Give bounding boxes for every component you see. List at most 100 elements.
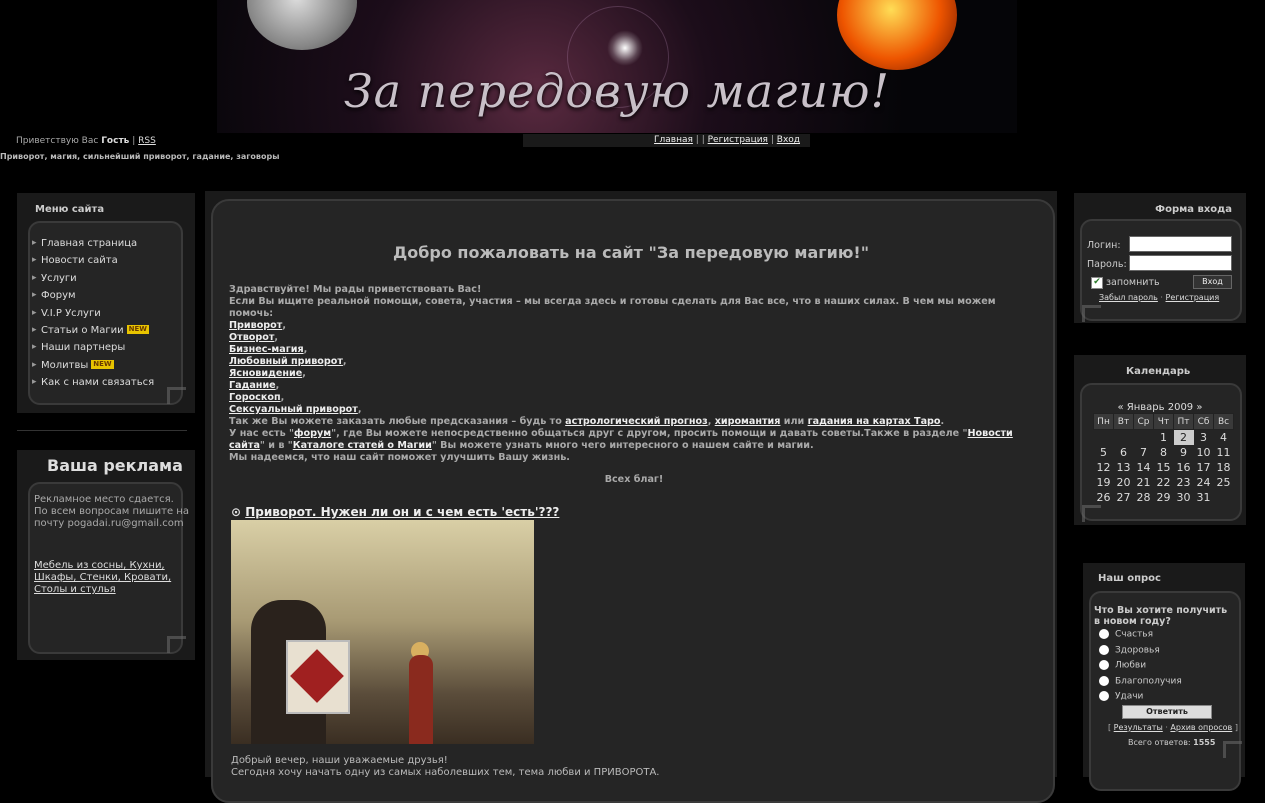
poll-option[interactable]: Счастья: [1099, 629, 1153, 640]
menu-item-label[interactable]: Статьи о Магии: [41, 325, 124, 336]
service-link[interactable]: Ясновидение: [229, 368, 302, 379]
calendar-day[interactable]: 12: [1094, 460, 1114, 475]
calendar-day[interactable]: 22: [1154, 475, 1174, 490]
catalog-link[interactable]: Каталоге статей о Магии: [293, 440, 432, 451]
calendar-day[interactable]: 11: [1214, 445, 1234, 460]
calendar-day[interactable]: 19: [1094, 475, 1114, 490]
calendar-day[interactable]: 17: [1194, 460, 1214, 475]
poll-option-label: Удачи: [1115, 691, 1144, 702]
radio-button[interactable]: [1099, 691, 1109, 701]
calendar-day[interactable]: 14: [1134, 460, 1154, 475]
radio-button[interactable]: [1099, 645, 1109, 655]
radio-button[interactable]: [1099, 660, 1109, 670]
calendar-day[interactable]: 7: [1134, 445, 1154, 460]
calendar-day[interactable]: 4: [1214, 430, 1234, 446]
calendar-day[interactable]: 23: [1174, 475, 1194, 490]
calendar-day[interactable]: 25: [1214, 475, 1234, 490]
poll-results-link[interactable]: Результаты: [1114, 723, 1163, 732]
login-input[interactable]: [1129, 236, 1232, 252]
calendar-day[interactable]: 18: [1214, 460, 1234, 475]
menu-item-label[interactable]: V.I.P Услуги: [41, 308, 101, 319]
astro-link[interactable]: астрологический прогноз: [565, 416, 708, 427]
forgot-password-link[interactable]: Забыл пароль: [1099, 293, 1158, 302]
rss-link[interactable]: RSS: [138, 136, 156, 146]
poll-option[interactable]: Любви: [1099, 660, 1146, 671]
calendar-day[interactable]: 27: [1114, 490, 1134, 505]
menu-item-forum[interactable]: Форум: [29, 287, 154, 304]
menu-item-label[interactable]: Как с нами связаться: [41, 377, 154, 388]
poll-vote-button[interactable]: Ответить: [1122, 705, 1212, 719]
menu-item-articles[interactable]: Статьи о МагииNEW: [29, 322, 154, 339]
service-link[interactable]: Отворот: [229, 332, 274, 343]
login-links: Забыл пароль · Регистрация: [1099, 293, 1219, 302]
menu-item-label[interactable]: Молитвы: [41, 360, 88, 371]
password-label: Пароль:: [1087, 259, 1127, 270]
menu-item-partners[interactable]: Наши партнеры: [29, 339, 154, 356]
menu-item-contact[interactable]: Как с нами связаться: [29, 374, 154, 391]
menu-item-services[interactable]: Услуги: [29, 270, 154, 287]
register-link[interactable]: Регистрация: [1166, 293, 1220, 302]
radio-button[interactable]: [1099, 676, 1109, 686]
menu-item-home[interactable]: Главная страница: [29, 235, 154, 252]
menu-list: Главная страница Новости сайта Услуги Фо…: [29, 235, 154, 392]
poll-option[interactable]: Здоровья: [1099, 645, 1160, 656]
calendar-day[interactable]: 9: [1174, 445, 1194, 460]
calendar-day[interactable]: 20: [1114, 475, 1134, 490]
bracket: ]: [1234, 723, 1238, 732]
calendar-day[interactable]: 29: [1154, 490, 1174, 505]
menu-item-prayers[interactable]: МолитвыNEW: [29, 357, 154, 374]
post-title-link[interactable]: Приворот. Нужен ли он и с чем есть 'есть…: [245, 505, 559, 519]
calendar-day-today[interactable]: 2: [1173, 429, 1194, 445]
calendar-day[interactable]: 3: [1194, 430, 1214, 446]
poll-archive-link[interactable]: Архив опросов: [1170, 723, 1232, 732]
poll-option[interactable]: Благополучия: [1099, 676, 1182, 687]
calendar-day[interactable]: 28: [1134, 490, 1154, 505]
service-link[interactable]: Сексуальный приворот: [229, 404, 358, 415]
tarot-link[interactable]: гадания на картах Таро: [808, 416, 941, 427]
menu-item-vip[interactable]: V.I.P Услуги: [29, 305, 154, 322]
menu-item-news[interactable]: Новости сайта: [29, 252, 154, 269]
service-link[interactable]: Приворот: [229, 320, 282, 331]
menu-item-label[interactable]: Форум: [41, 290, 76, 301]
sidebar-divider: [17, 430, 187, 431]
calendar-day[interactable]: 15: [1154, 460, 1174, 475]
ads-link[interactable]: Мебель из сосны, Кухни, Шкафы, Стенки, К…: [34, 560, 184, 596]
greeting-user: Гость: [101, 136, 130, 146]
calendar-prev[interactable]: «: [1117, 402, 1123, 413]
calendar-day[interactable]: 16: [1174, 460, 1194, 475]
calendar-day[interactable]: 6: [1114, 445, 1134, 460]
menu-item-label[interactable]: Услуги: [41, 273, 77, 284]
palm-link[interactable]: хиромантия: [715, 416, 781, 427]
password-input[interactable]: [1129, 255, 1232, 271]
nav-home-link[interactable]: Главная: [654, 135, 693, 145]
forum-text: У нас есть ": [229, 428, 295, 439]
post-excerpt: Добрый вечер, наши уважаемые друзья! Сег…: [231, 755, 659, 779]
nav-register-link[interactable]: Регистрация: [708, 135, 768, 145]
calendar-day[interactable]: 8: [1154, 445, 1174, 460]
calendar-day[interactable]: 24: [1194, 475, 1214, 490]
service-link[interactable]: Любовный приворот: [229, 356, 343, 367]
calendar-day[interactable]: 30: [1174, 490, 1194, 505]
calendar-day[interactable]: 31: [1194, 490, 1214, 505]
service-link[interactable]: Бизнес-магия: [229, 344, 304, 355]
post-title: ⊙ Приворот. Нужен ли он и с чем есть 'ес…: [231, 505, 559, 519]
corner-arrow-icon: [167, 387, 186, 404]
nav-login-link[interactable]: Вход: [777, 135, 800, 145]
menu-item-label[interactable]: Наши партнеры: [41, 342, 125, 353]
service-link[interactable]: Гороскоп: [229, 392, 281, 403]
calendar-day[interactable]: 26: [1094, 490, 1114, 505]
service-link[interactable]: Гадание: [229, 380, 276, 391]
menu-item-label[interactable]: Новости сайта: [41, 255, 118, 266]
calendar-day[interactable]: 5: [1094, 445, 1114, 460]
radio-button[interactable]: [1099, 629, 1109, 639]
forum-link[interactable]: форум: [294, 428, 331, 439]
login-submit-button[interactable]: Вход: [1193, 275, 1232, 289]
calendar-day[interactable]: 13: [1114, 460, 1134, 475]
poll-option[interactable]: Удачи: [1099, 691, 1143, 702]
remember-checkbox[interactable]: ✔: [1091, 277, 1103, 289]
menu-item-label[interactable]: Главная страница: [41, 238, 137, 249]
calendar-day[interactable]: 10: [1194, 445, 1214, 460]
calendar-next[interactable]: »: [1196, 402, 1202, 413]
calendar-day[interactable]: 1: [1154, 430, 1174, 446]
calendar-day[interactable]: 21: [1134, 475, 1154, 490]
